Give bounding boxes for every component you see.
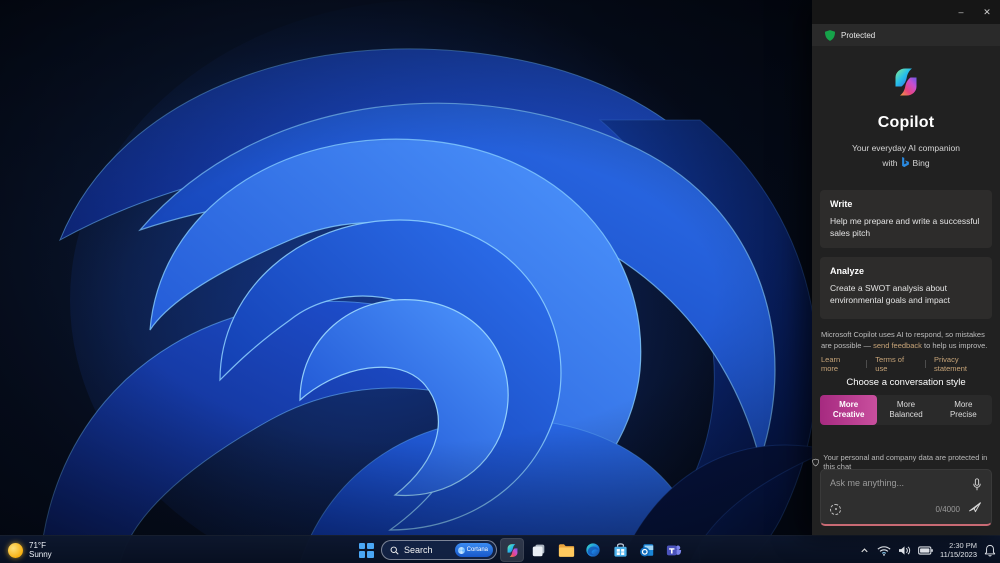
disclaimer-text-end: to help us improve. [921,340,988,350]
card-title: Analyze [830,266,865,276]
teams-icon [666,545,682,556]
terms-of-use-link[interactable]: Terms of use [875,355,917,373]
clock-widget[interactable]: 2:30 PM 11/15/2023 [940,541,977,559]
link-divider [925,360,927,368]
search-badge-label: Cortana [466,547,488,553]
search-highlight-badge[interactable]: Cortana [454,543,493,557]
bing-icon [901,157,909,168]
copilot-titlebar: – ✕ [812,0,1000,24]
copilot-title: Copilot [877,114,935,131]
minimize-button[interactable]: – [948,0,974,24]
taskbar-center: Search Cortana [354,536,686,563]
taskbar-app-microsoft-store[interactable] [608,538,632,562]
with-bing-line: with Bing [812,157,1000,168]
hidden-icons-chevron-icon[interactable] [859,545,870,556]
taskbar-app-teams[interactable] [662,538,686,562]
windows-logo-icon [358,542,374,558]
search-icon [390,546,399,555]
taskbar-app-edge[interactable] [581,538,605,562]
copilot-logo-icon [888,64,924,105]
weather-condition: Sunny [29,550,52,559]
card-title: Write [830,199,853,209]
taskbar-app-task-view[interactable] [527,538,551,562]
protected-status-bar: Protected [812,24,1000,46]
style-more-creative[interactable]: More Creative [820,395,878,425]
chat-input-box: 0/4000 [820,469,992,526]
taskbar-app-file-explorer[interactable] [554,538,578,562]
outlook-icon [640,544,654,557]
copilot-panel: – ✕ Protected Copilot Your everyday AI c… [812,0,1000,535]
style-more-precise[interactable]: More Precise [935,395,992,425]
speaker-icon[interactable] [898,545,911,556]
send-icon[interactable] [968,500,982,518]
send-feedback-link[interactable]: send feedback [873,341,922,350]
desktop: – ✕ Protected Copilot Your everyday AI c… [0,0,1000,563]
close-button[interactable]: ✕ [974,0,1000,24]
input-bottom-row: 0/4000 [830,500,982,518]
copilot-icon [507,543,517,557]
style-more-balanced[interactable]: More Balanced [877,395,934,425]
search-box[interactable]: Search Cortana [381,540,497,560]
microsoft-store-icon [613,543,627,557]
file-explorer-icon [558,543,574,557]
taskbar-app-copilot[interactable] [500,538,524,562]
notification-bell-icon[interactable] [984,544,996,557]
link-divider [866,360,868,368]
weather-widget[interactable]: 71°F Sunny [8,536,52,563]
privacy-statement-link[interactable]: Privacy statement [934,355,992,373]
shield-outline-icon [812,458,820,466]
copilot-subtitle: Your everyday AI companion [852,143,960,153]
protected-label: Protected [841,30,876,40]
microphone-icon[interactable] [972,478,982,496]
taskbar-app-outlook[interactable] [635,538,659,562]
edge-icon [586,543,600,557]
clock-time: 2:30 PM [949,541,977,550]
chat-input[interactable] [830,478,965,488]
bing-label: Bing [912,157,930,168]
card-body: Create a SWOT analysis about environment… [830,283,951,305]
with-label: with [882,157,898,168]
minimize-icon: – [958,7,964,17]
conversation-style-toggle: More Creative More Balanced More Precise [820,395,992,425]
suggestion-card-write[interactable]: Write Help me prepare and write a succes… [820,190,992,248]
char-counter: 0/4000 [935,504,960,514]
add-image-icon[interactable] [830,503,841,515]
search-label: Search [404,545,433,555]
wifi-icon[interactable] [877,545,891,556]
task-view-icon [532,544,545,557]
taskbar: 71°F Sunny Search Cortana 2:30 PM 11/15/… [0,535,1000,563]
learn-more-link[interactable]: Learn more [821,355,858,373]
weather-temperature: 71°F [29,540,46,550]
shield-icon [825,29,835,41]
system-tray: 2:30 PM 11/15/2023 [859,536,996,563]
search-highlight-icon [457,546,465,554]
conversation-style-heading: Choose a conversation style [846,377,966,388]
ai-disclaimer: Microsoft Copilot uses AI to respond, so… [821,330,992,351]
start-button[interactable] [354,538,378,562]
sun-icon [8,542,23,558]
card-body: Help me prepare and write a successful s… [830,216,980,238]
close-icon: ✕ [983,6,991,17]
battery-icon[interactable] [918,545,933,555]
suggestion-card-analyze[interactable]: Analyze Create a SWOT analysis about env… [820,257,992,319]
clock-date: 11/15/2023 [940,550,977,559]
footer-links: Learn more Terms of use Privacy statemen… [821,355,992,373]
